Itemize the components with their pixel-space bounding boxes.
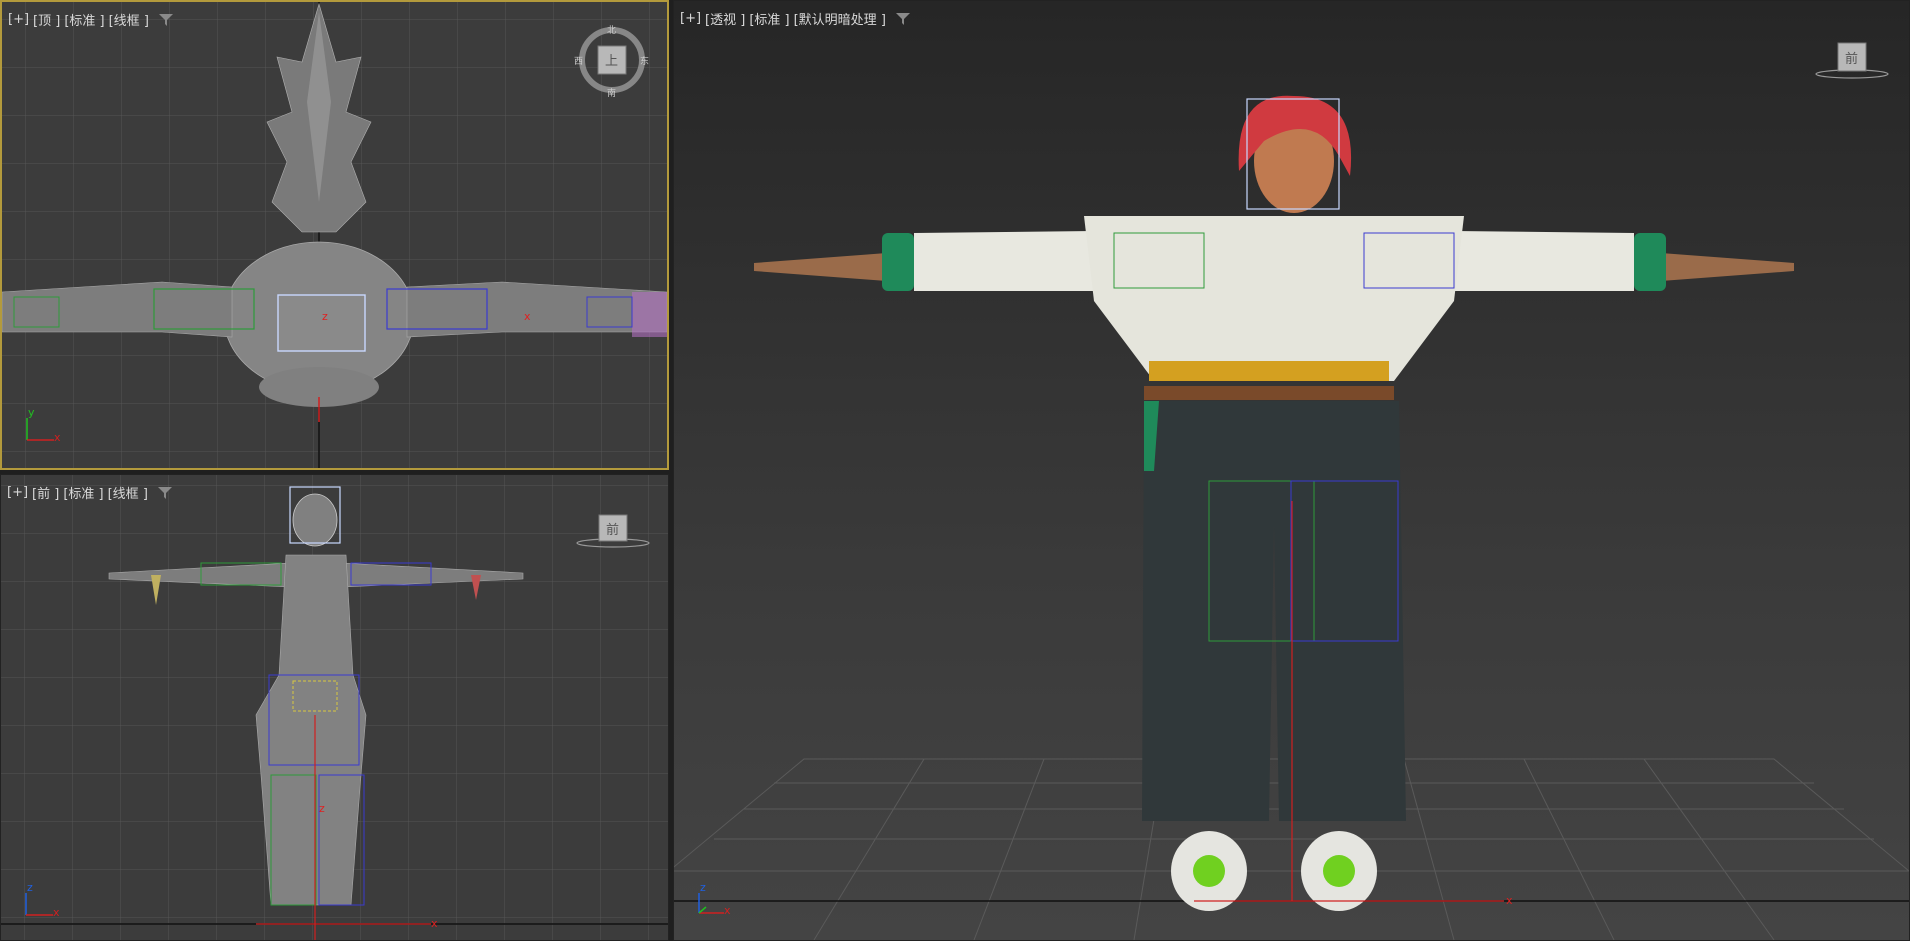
compass-east: 东 — [640, 57, 650, 67]
viewport-standard-menu[interactable]: [标准 ] — [63, 483, 103, 502]
svg-text:x: x — [1506, 894, 1513, 907]
shirt — [1084, 216, 1464, 381]
perspective-view-canvas[interactable]: x — [674, 1, 1909, 940]
right-sleeve — [1454, 231, 1634, 291]
axis-z-label: z — [27, 881, 33, 894]
svg-text:z: z — [319, 802, 325, 815]
pelvis-box — [277, 294, 366, 352]
svg-text:z: z — [322, 310, 328, 323]
axis-tripod-icon: z x — [21, 881, 71, 925]
filter-icon[interactable] — [157, 486, 172, 499]
viewcube-face-label: 前 — [606, 523, 620, 538]
viewport-view-menu[interactable]: [透视 ] — [705, 9, 745, 28]
svg-text:x: x — [431, 917, 438, 930]
viewport-standard-menu[interactable]: [标准 ] — [64, 10, 104, 29]
viewcube-icon[interactable]: 前 — [575, 513, 651, 553]
axis-tripod-icon: z x — [694, 881, 744, 925]
axis-tripod-icon: y x — [22, 406, 72, 450]
viewport-view-menu[interactable]: [顶 ] — [33, 10, 60, 29]
viewport-standard-menu[interactable]: [标准 ] — [749, 9, 789, 28]
top-viewport-label: [+] [顶 ] [标准 ] [线框 ] — [8, 10, 173, 29]
viewport-top[interactable]: z x [+] [顶 ] [标准 ] [线框 ] 上 北 南 东 西 y x — [0, 0, 669, 470]
viewport-shading-menu[interactable]: [线框 ] — [108, 483, 148, 502]
filter-icon[interactable] — [158, 13, 173, 26]
front-viewport-label: [+] [前 ] [标准 ] [线框 ] — [7, 483, 172, 502]
axis-z-label: z — [700, 881, 706, 894]
perspective-viewport-label: [+] [透视 ] [标准 ] [默认明暗处理 ] — [680, 9, 910, 28]
front-view-canvas[interactable]: z x — [1, 475, 668, 940]
viewport-plus-menu[interactable]: [+] — [680, 11, 701, 26]
filter-icon[interactable] — [895, 12, 910, 25]
viewport-plus-menu[interactable]: [+] — [7, 485, 28, 500]
viewcube-icon[interactable]: 前 — [1814, 41, 1890, 81]
svg-text:x: x — [524, 310, 531, 323]
viewport-shading-menu[interactable]: [默认明暗处理 ] — [794, 9, 886, 28]
compass-west: 西 — [574, 57, 584, 67]
viewcube-face-label: 上 — [605, 54, 619, 69]
viewport-plus-menu[interactable]: [+] — [8, 12, 29, 27]
axis-x-label: x — [53, 906, 60, 919]
compass-south: 南 — [607, 89, 617, 99]
compass-north: 北 — [607, 26, 617, 36]
pants — [1142, 401, 1406, 821]
top-view-canvas[interactable]: z x — [2, 2, 667, 468]
viewcube-face-label: 前 — [1845, 52, 1859, 67]
axis-y-label: y — [28, 406, 35, 419]
viewcube-icon[interactable]: 上 北 南 东 西 — [574, 22, 650, 99]
viewport-perspective[interactable]: x [+] [透视 ] [标准 ] [默认明暗处理 ] 前 z x — [673, 0, 1910, 941]
axis-x-label: x — [54, 431, 61, 444]
viewport-view-menu[interactable]: [前 ] — [32, 483, 59, 502]
left-sleeve — [914, 231, 1094, 291]
viewport-shading-menu[interactable]: [线框 ] — [109, 10, 149, 29]
viewport-front[interactable]: z x [+] [前 ] [标准 ] [线框 ] 前 z x — [0, 474, 669, 941]
axis-x-label: x — [724, 904, 731, 917]
